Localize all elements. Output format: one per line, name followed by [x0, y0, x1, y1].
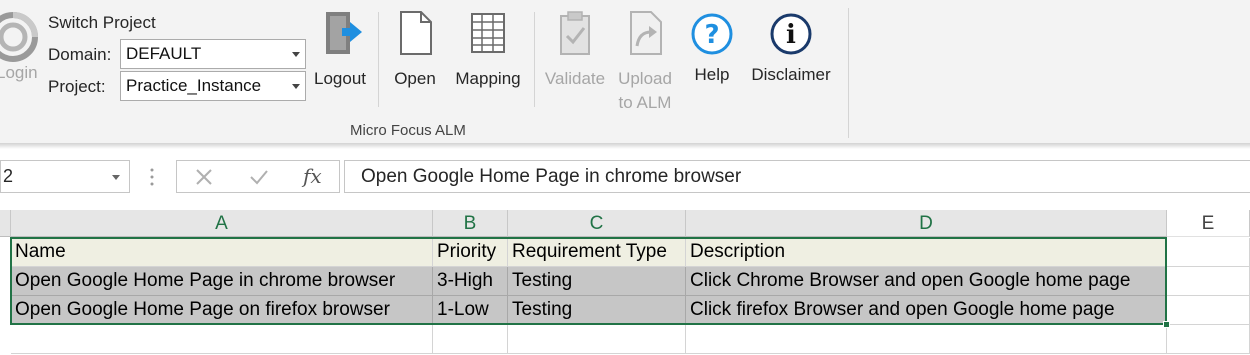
upload-label-line2: to ALM [618, 93, 672, 112]
logout-icon [326, 12, 362, 54]
table-cell[interactable]: Open Google Home Page on firefox browser [11, 296, 433, 325]
fill-handle[interactable] [1163, 321, 1170, 328]
column-header-d[interactable]: D [686, 210, 1167, 237]
logout-label: Logout [314, 69, 366, 88]
column-header-a[interactable]: A [11, 210, 433, 237]
open-button[interactable]: Open [387, 8, 443, 91]
domain-select[interactable]: DEFAULT [120, 39, 306, 69]
chevron-down-icon[interactable] [112, 175, 120, 180]
table-header-cell[interactable]: Priority [433, 238, 508, 267]
cancel-icon[interactable] [195, 168, 213, 186]
table-cell[interactable]: Click Chrome Browser and open Google hom… [686, 267, 1167, 296]
insert-function-icon[interactable]: fx [303, 164, 322, 188]
svg-text:?: ? [704, 20, 719, 50]
help-button[interactable]: ? Help [684, 8, 740, 87]
formula-bar-grip-icon[interactable] [150, 167, 154, 187]
chevron-down-icon[interactable] [292, 52, 300, 57]
empty-cell[interactable] [11, 325, 433, 354]
ribbon-group-separator [848, 8, 849, 138]
column-header-b[interactable]: B [433, 210, 508, 237]
table-cell[interactable]: Open Google Home Page in chrome browser [11, 267, 433, 296]
mapping-button[interactable]: Mapping [450, 8, 526, 91]
help-icon: ? [691, 13, 733, 55]
disclaimer-label: Disclaimer [751, 65, 831, 84]
svg-text:i: i [786, 20, 796, 50]
ribbon-group-label: Micro Focus ALM [350, 122, 466, 139]
table-cell[interactable]: Testing [508, 296, 686, 325]
ribbon-shadow [0, 144, 1250, 149]
ribbon: Login Switch Project Domain: DEFAULT Pro… [0, 0, 1250, 144]
empty-cell[interactable] [433, 325, 508, 354]
empty-cell[interactable] [1167, 267, 1250, 296]
mapping-grid-icon [471, 13, 505, 53]
empty-cell[interactable] [1167, 238, 1250, 267]
empty-cell[interactable] [1167, 325, 1250, 354]
disclaimer-button[interactable]: i Disclaimer [748, 8, 834, 87]
table-header-cell[interactable]: Description [686, 238, 1167, 267]
mapping-label: Mapping [455, 69, 521, 88]
empty-cell[interactable] [686, 325, 1167, 354]
validate-clipboard-icon [560, 11, 590, 55]
open-document-icon [400, 11, 432, 55]
table-cell[interactable]: Click firefox Browser and open Google ho… [686, 296, 1167, 325]
column-header-e[interactable]: E [1167, 210, 1250, 237]
project-label: Project: [48, 77, 106, 96]
project-select-value: Practice_Instance [126, 76, 262, 95]
table-cell[interactable]: Testing [508, 267, 686, 296]
ribbon-separator [534, 12, 535, 107]
help-label: Help [694, 65, 730, 84]
domain-label: Domain: [48, 45, 112, 64]
chevron-down-icon[interactable] [292, 84, 300, 89]
formula-buttons: fx [176, 160, 340, 193]
login-button-label[interactable]: Login [0, 63, 38, 83]
validate-button[interactable]: Validate [540, 8, 610, 91]
validate-label: Validate [544, 69, 606, 88]
enter-check-icon[interactable] [249, 168, 269, 186]
name-box[interactable]: 2 [0, 160, 130, 193]
ribbon-separator [378, 12, 379, 107]
table-cell[interactable]: 1-Low [433, 296, 508, 325]
column-header-c[interactable]: C [508, 210, 686, 237]
alm-logo-icon[interactable] [0, 10, 40, 64]
table-header-cell[interactable]: Name [11, 238, 433, 267]
project-select[interactable]: Practice_Instance [120, 71, 306, 101]
table-cell[interactable]: 3-High [433, 267, 508, 296]
open-label: Open [394, 69, 436, 88]
select-all-corner[interactable] [0, 210, 11, 237]
upload-to-alm-button[interactable]: Upload to ALM [612, 8, 678, 115]
empty-cell[interactable] [1167, 296, 1250, 325]
upload-icon [630, 11, 662, 55]
info-icon: i [770, 13, 812, 55]
switch-project-label[interactable]: Switch Project [48, 13, 156, 33]
logout-button[interactable]: Logout [310, 8, 370, 91]
table-header-cell[interactable]: Requirement Type [508, 238, 686, 267]
empty-cell[interactable] [508, 325, 686, 354]
domain-select-value: DEFAULT [126, 44, 202, 63]
name-box-value: 2 [3, 166, 14, 186]
formula-input[interactable]: Open Google Home Page in chrome browser [344, 160, 1250, 193]
upload-label-line1: Upload [618, 69, 672, 88]
